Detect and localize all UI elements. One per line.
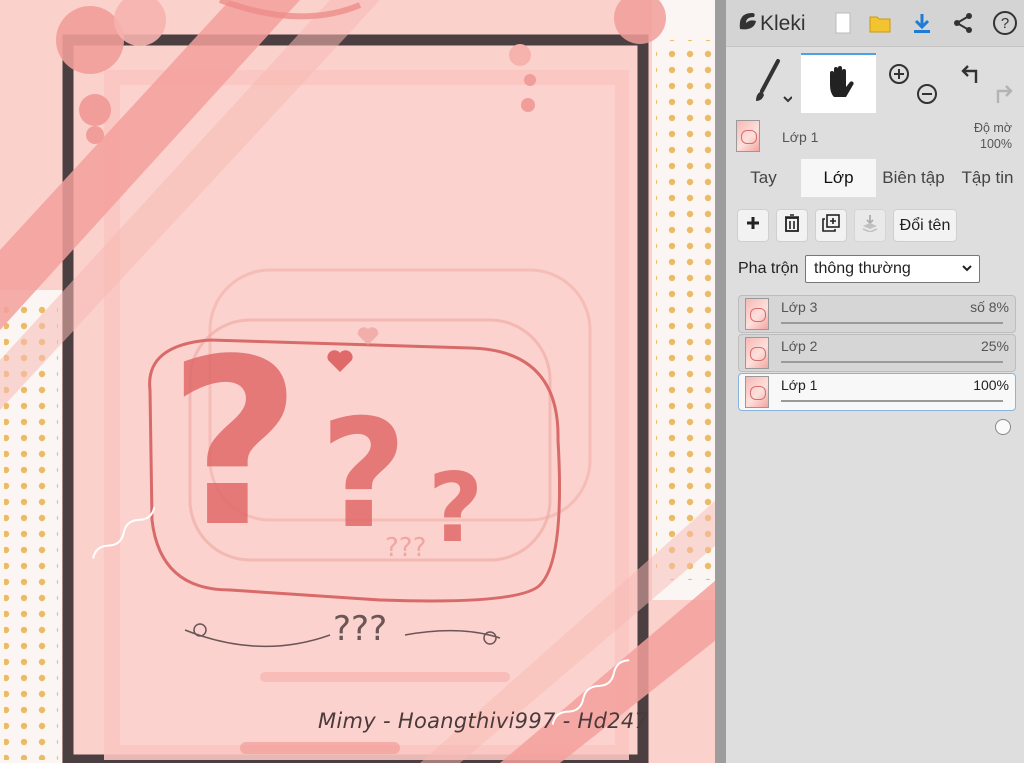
hand-icon: [822, 63, 856, 106]
undo-icon[interactable]: [960, 63, 984, 90]
add-layer-button[interactable]: [737, 209, 769, 242]
opacity-label: Độ mờ: [973, 121, 1012, 135]
delete-layer-button[interactable]: [776, 209, 808, 242]
layer-thumbnail: [745, 298, 769, 330]
tab-brush[interactable]: Tay: [726, 159, 801, 197]
zoom-out-icon[interactable]: [916, 83, 938, 110]
layer-name: Lớp 1: [781, 377, 818, 393]
zoom-in-icon[interactable]: [888, 63, 910, 90]
open-folder-icon[interactable]: [867, 10, 893, 36]
tab-layers[interactable]: Lớp: [801, 159, 876, 197]
rename-layer-button[interactable]: Đổi tên: [893, 209, 957, 242]
medium-question-mark: ?: [320, 388, 408, 562]
canvas-signature: Mimy - Hoangthivi997 - Hd247: [318, 709, 649, 733]
opacity-slider-track[interactable]: [781, 400, 1011, 435]
tool-row: [726, 53, 1024, 113]
layer-name: Lớp 3: [781, 299, 818, 315]
opacity-slider-track[interactable]: [781, 322, 1003, 357]
layer-opacity: số 8%: [970, 299, 1009, 315]
layer-name: Lớp 2: [781, 338, 818, 354]
hand-tool[interactable]: [801, 53, 876, 113]
duplicate-icon: [822, 214, 840, 237]
tab-file[interactable]: Tập tin: [951, 159, 1024, 197]
layer-item-2[interactable]: Lớp 2 25%: [738, 334, 1016, 396]
layer-item-3[interactable]: Lớp 3 số 8%: [738, 295, 1016, 357]
sketch-question-marks: ???: [333, 609, 388, 649]
tab-edit[interactable]: Biên tập: [876, 159, 951, 197]
current-layer-name: Lớp 1: [782, 129, 819, 145]
svg-text:?: ?: [1001, 15, 1009, 32]
logo-text: Kleki: [760, 11, 806, 35]
layer-thumbnail: [745, 376, 769, 408]
download-icon[interactable]: [909, 10, 935, 36]
canvas-scrollbar[interactable]: [715, 0, 726, 763]
new-file-icon[interactable]: [830, 10, 856, 36]
brush-tool[interactable]: [740, 53, 800, 113]
drawing-canvas[interactable]: ? ? ? ??? ??? Mimy - Hoangthivi997 - Hd2…: [0, 0, 726, 763]
layer-opacity: 100%: [973, 377, 1009, 393]
plus-icon: [746, 216, 760, 235]
duplicate-layer-button[interactable]: [815, 209, 847, 242]
top-toolbar: Kleki ?: [726, 0, 1024, 47]
ghost-question-marks: ???: [385, 533, 427, 563]
trash-icon: [784, 214, 800, 237]
chevron-down-icon: [961, 256, 973, 291]
help-icon[interactable]: ?: [992, 10, 1018, 36]
blend-mode-label: Pha trộn: [738, 260, 799, 277]
zoom-controls: [884, 53, 944, 113]
kleki-logo[interactable]: Kleki: [736, 9, 806, 38]
sidebar: Kleki ? Lớp 1 Độ mờ 100% Tay Lớp Biên tậ…: [726, 0, 1024, 763]
share-icon[interactable]: [950, 10, 976, 36]
layer-item-1[interactable]: Lớp 1 100%: [738, 373, 1016, 435]
opacity-value: 100%: [980, 137, 1012, 151]
current-layer-preview: Lớp 1 Độ mờ 100%: [726, 117, 1024, 159]
merge-down-icon: [861, 214, 879, 237]
blend-mode-select[interactable]: thông thường: [805, 255, 980, 283]
merge-down-button[interactable]: [854, 209, 886, 242]
small-question-mark: ?: [428, 454, 484, 564]
panel-tabs: Tay Lớp Biên tập Tập tin: [726, 159, 1024, 197]
kleki-logo-icon: [736, 9, 758, 38]
brush-icon: [748, 57, 793, 110]
layers-panel: Đổi tên Pha trộn thông thường Lớp 3 số 8…: [726, 197, 1024, 763]
layer-opacity: 25%: [980, 338, 1009, 354]
opacity-slider-track[interactable]: [781, 361, 1003, 396]
blend-mode-value: thông thường: [814, 260, 911, 277]
history-controls: [954, 53, 1019, 113]
opacity-slider-handle[interactable]: [995, 419, 1011, 435]
layer-thumbnail: [745, 337, 769, 369]
current-layer-thumbnail: [736, 120, 760, 152]
redo-icon[interactable]: [990, 83, 1014, 110]
big-question-mark: ?: [168, 311, 302, 578]
